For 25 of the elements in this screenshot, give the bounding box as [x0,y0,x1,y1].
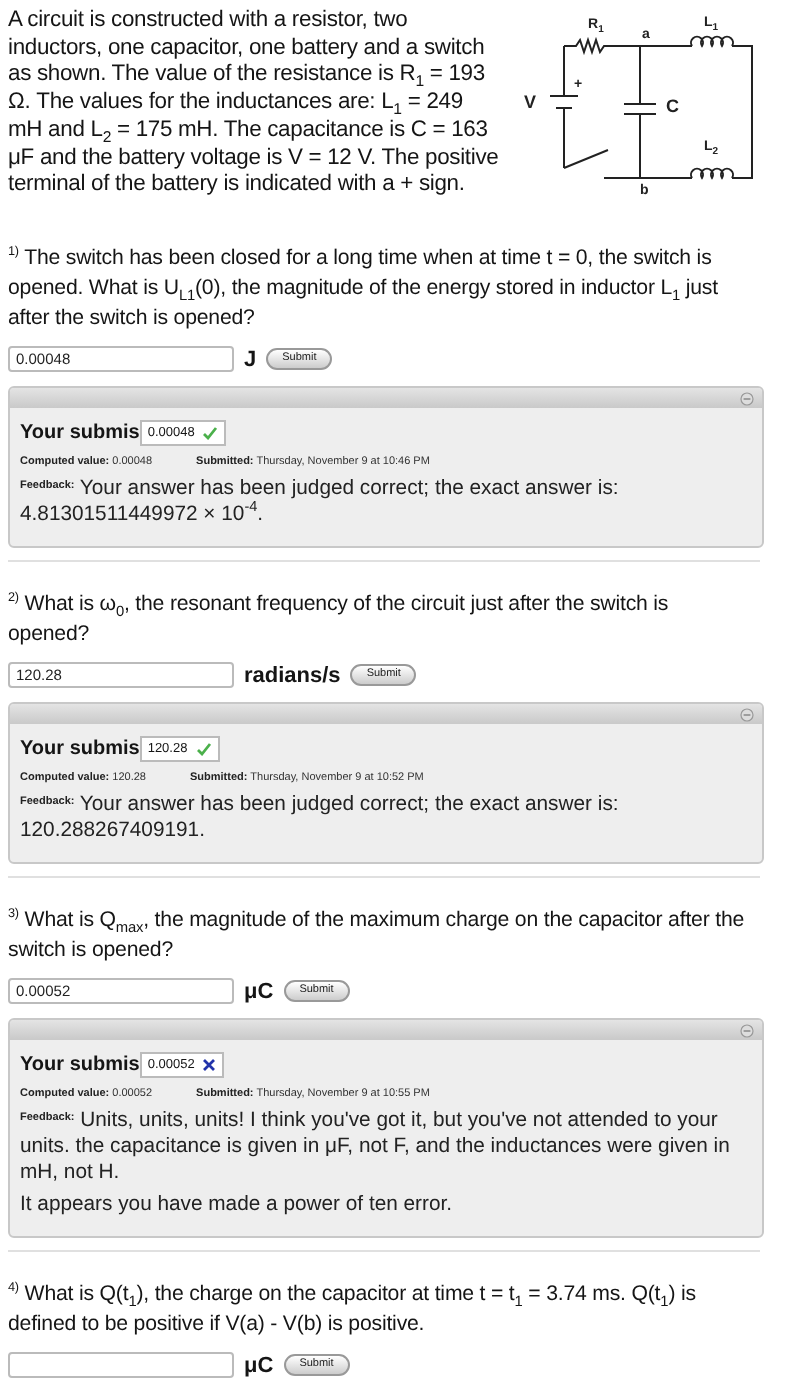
unit-label: radians/s [244,663,341,687]
unit-label: μC [244,1353,274,1377]
feedback-text: It appears you have made a power of ten error. [20,1192,455,1218]
collapse-icon[interactable] [740,1023,754,1037]
problem-text: A circuit is constructed with a resistor, two inductors, one capacitor, one battery and a switch as shown. The value of the resistance is R$_{1}$ = 193 Ω. The values for the inductances are: L$_{1}$ = 249 mH and L$_{2}$ = 175 mH. The capacitance is C = 163 μF and the battery voltage is V = 12 V. The positive terminal of the battery is indicated with a + sign. [8,8,500,200]
feedback-text: $^{Feedback:}$ Units, units, units! I think you've got it, but you've not attended to your units. the capacitance is given in μF, not F, and the inductances were given in mH, not H. [20,1108,732,1186]
submission-heading: Your submis [20,422,140,444]
answer-field[interactable] [8,1352,234,1378]
collapse-icon[interactable] [740,707,754,721]
diagram-label: C [666,96,679,116]
checkmark-icon [202,426,219,440]
collapse-icon[interactable] [740,391,754,405]
unit-label: J [244,347,257,371]
cross-icon [202,1058,217,1072]
unit-label: μC [244,979,274,1003]
question-text: $^{1)}$ The switch has been closed for a long time when at time t = 0, the switch is opened. What is U$_{L1}$(0), the magnitude of the energy stored in inductor L$_{1}$ just after the switch is opened? [8,244,720,334]
question-text: $^{2)}$ What is ω$_{0}$, the resonant frequency of the circuit just after the switch is opened? [8,590,671,650]
feedback-text: $^{Feedback:}$ Your answer has been judged correct; the exact answer is: 4.81301511449972 × 10$^{-4}$. [20,476,621,528]
checkmark-icon [195,742,212,756]
submission-heading: Your submis [20,738,140,760]
submission-heading: Your submis [20,1054,140,1076]
question-text: $^{3)}$ What is Q$_{max}$, the magnitude of the maximum charge on the capacitor after the switch is opened? [8,906,747,966]
feedback-text: $^{Feedback:}$ Your answer has been judged correct; the exact answer is: 120.288267409191. [20,792,621,844]
diagram-label: V [524,92,537,112]
question-text: $^{4)}$ What is Q(t$_{1}$), the charge on the capacitor at time t = t$_{1}$ = 3.74 ms. Q(t$_{1}$) is defined to be positive if V(a) - V(b) is positive. [8,1280,698,1340]
